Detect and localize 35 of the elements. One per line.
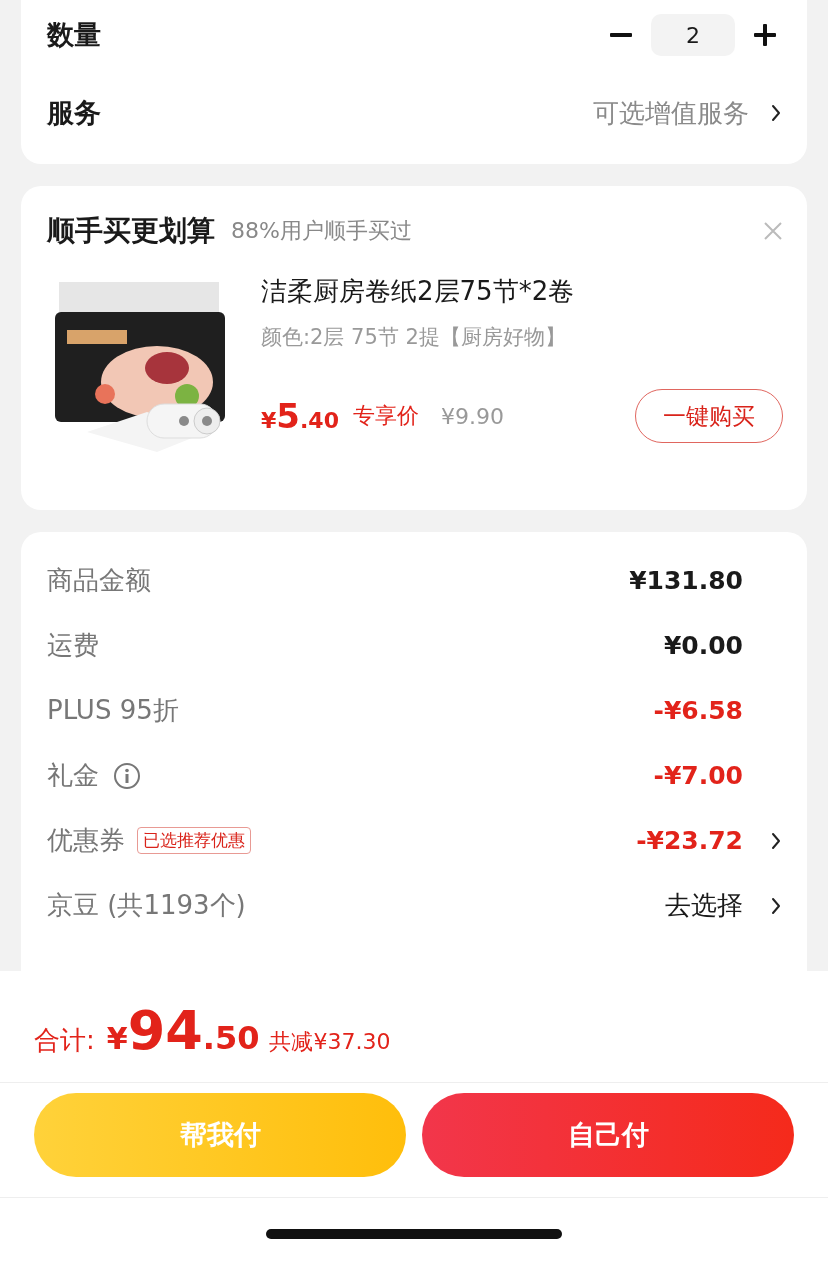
coupon-tag: 已选推荐优惠: [137, 827, 251, 854]
summary-value: -¥7.00: [653, 761, 743, 790]
summary-value: -¥6.58: [653, 696, 743, 725]
chevron-right-icon: [771, 831, 781, 850]
total-price: ¥94.50: [106, 999, 260, 1062]
summary-label: 商品金额: [47, 564, 151, 597]
summary-value: ¥131.80: [629, 566, 743, 595]
info-icon[interactable]: [113, 761, 141, 790]
summary-value[interactable]: 去选择: [665, 888, 743, 923]
summary-label: PLUS 95折: [47, 694, 179, 727]
summary-label: 优惠券: [47, 824, 125, 857]
original-price: ¥9.90: [440, 403, 505, 429]
price-tag: 专享价: [352, 401, 419, 431]
product-price: ¥5.40: [261, 396, 339, 436]
summary-label: 礼金: [47, 759, 99, 792]
buy-button[interactable]: 一键购买: [635, 389, 783, 443]
plus-icon: [754, 24, 776, 46]
saved-amount: 共减¥37.30: [269, 1028, 391, 1056]
chevron-right-icon: [771, 896, 781, 915]
pay-button[interactable]: 自己付: [422, 1093, 794, 1177]
service-value[interactable]: 可选增值服务: [593, 95, 749, 131]
product-name[interactable]: 洁柔厨房卷纸2层75节*2卷: [261, 274, 783, 309]
minus-icon: [610, 33, 632, 37]
total-label: 合计:: [34, 1024, 95, 1057]
summary-value: ¥0.00: [663, 631, 743, 660]
chevron-right-icon: [771, 104, 781, 122]
summary-value[interactable]: -¥23.72: [636, 826, 743, 855]
addon-title: 顺手买更划算: [47, 213, 215, 249]
quantity-label: 数量: [47, 18, 101, 52]
quantity-field[interactable]: 2: [651, 14, 735, 56]
product-spec: 颜色:2层 75节 2提【厨房好物】: [261, 324, 567, 351]
addon-subtitle: 88%用户顺手买过: [231, 217, 413, 245]
service-label: 服务: [47, 96, 101, 130]
summary-label: 京豆 (共1193个): [47, 889, 246, 922]
summary-label: 运费: [47, 629, 99, 662]
